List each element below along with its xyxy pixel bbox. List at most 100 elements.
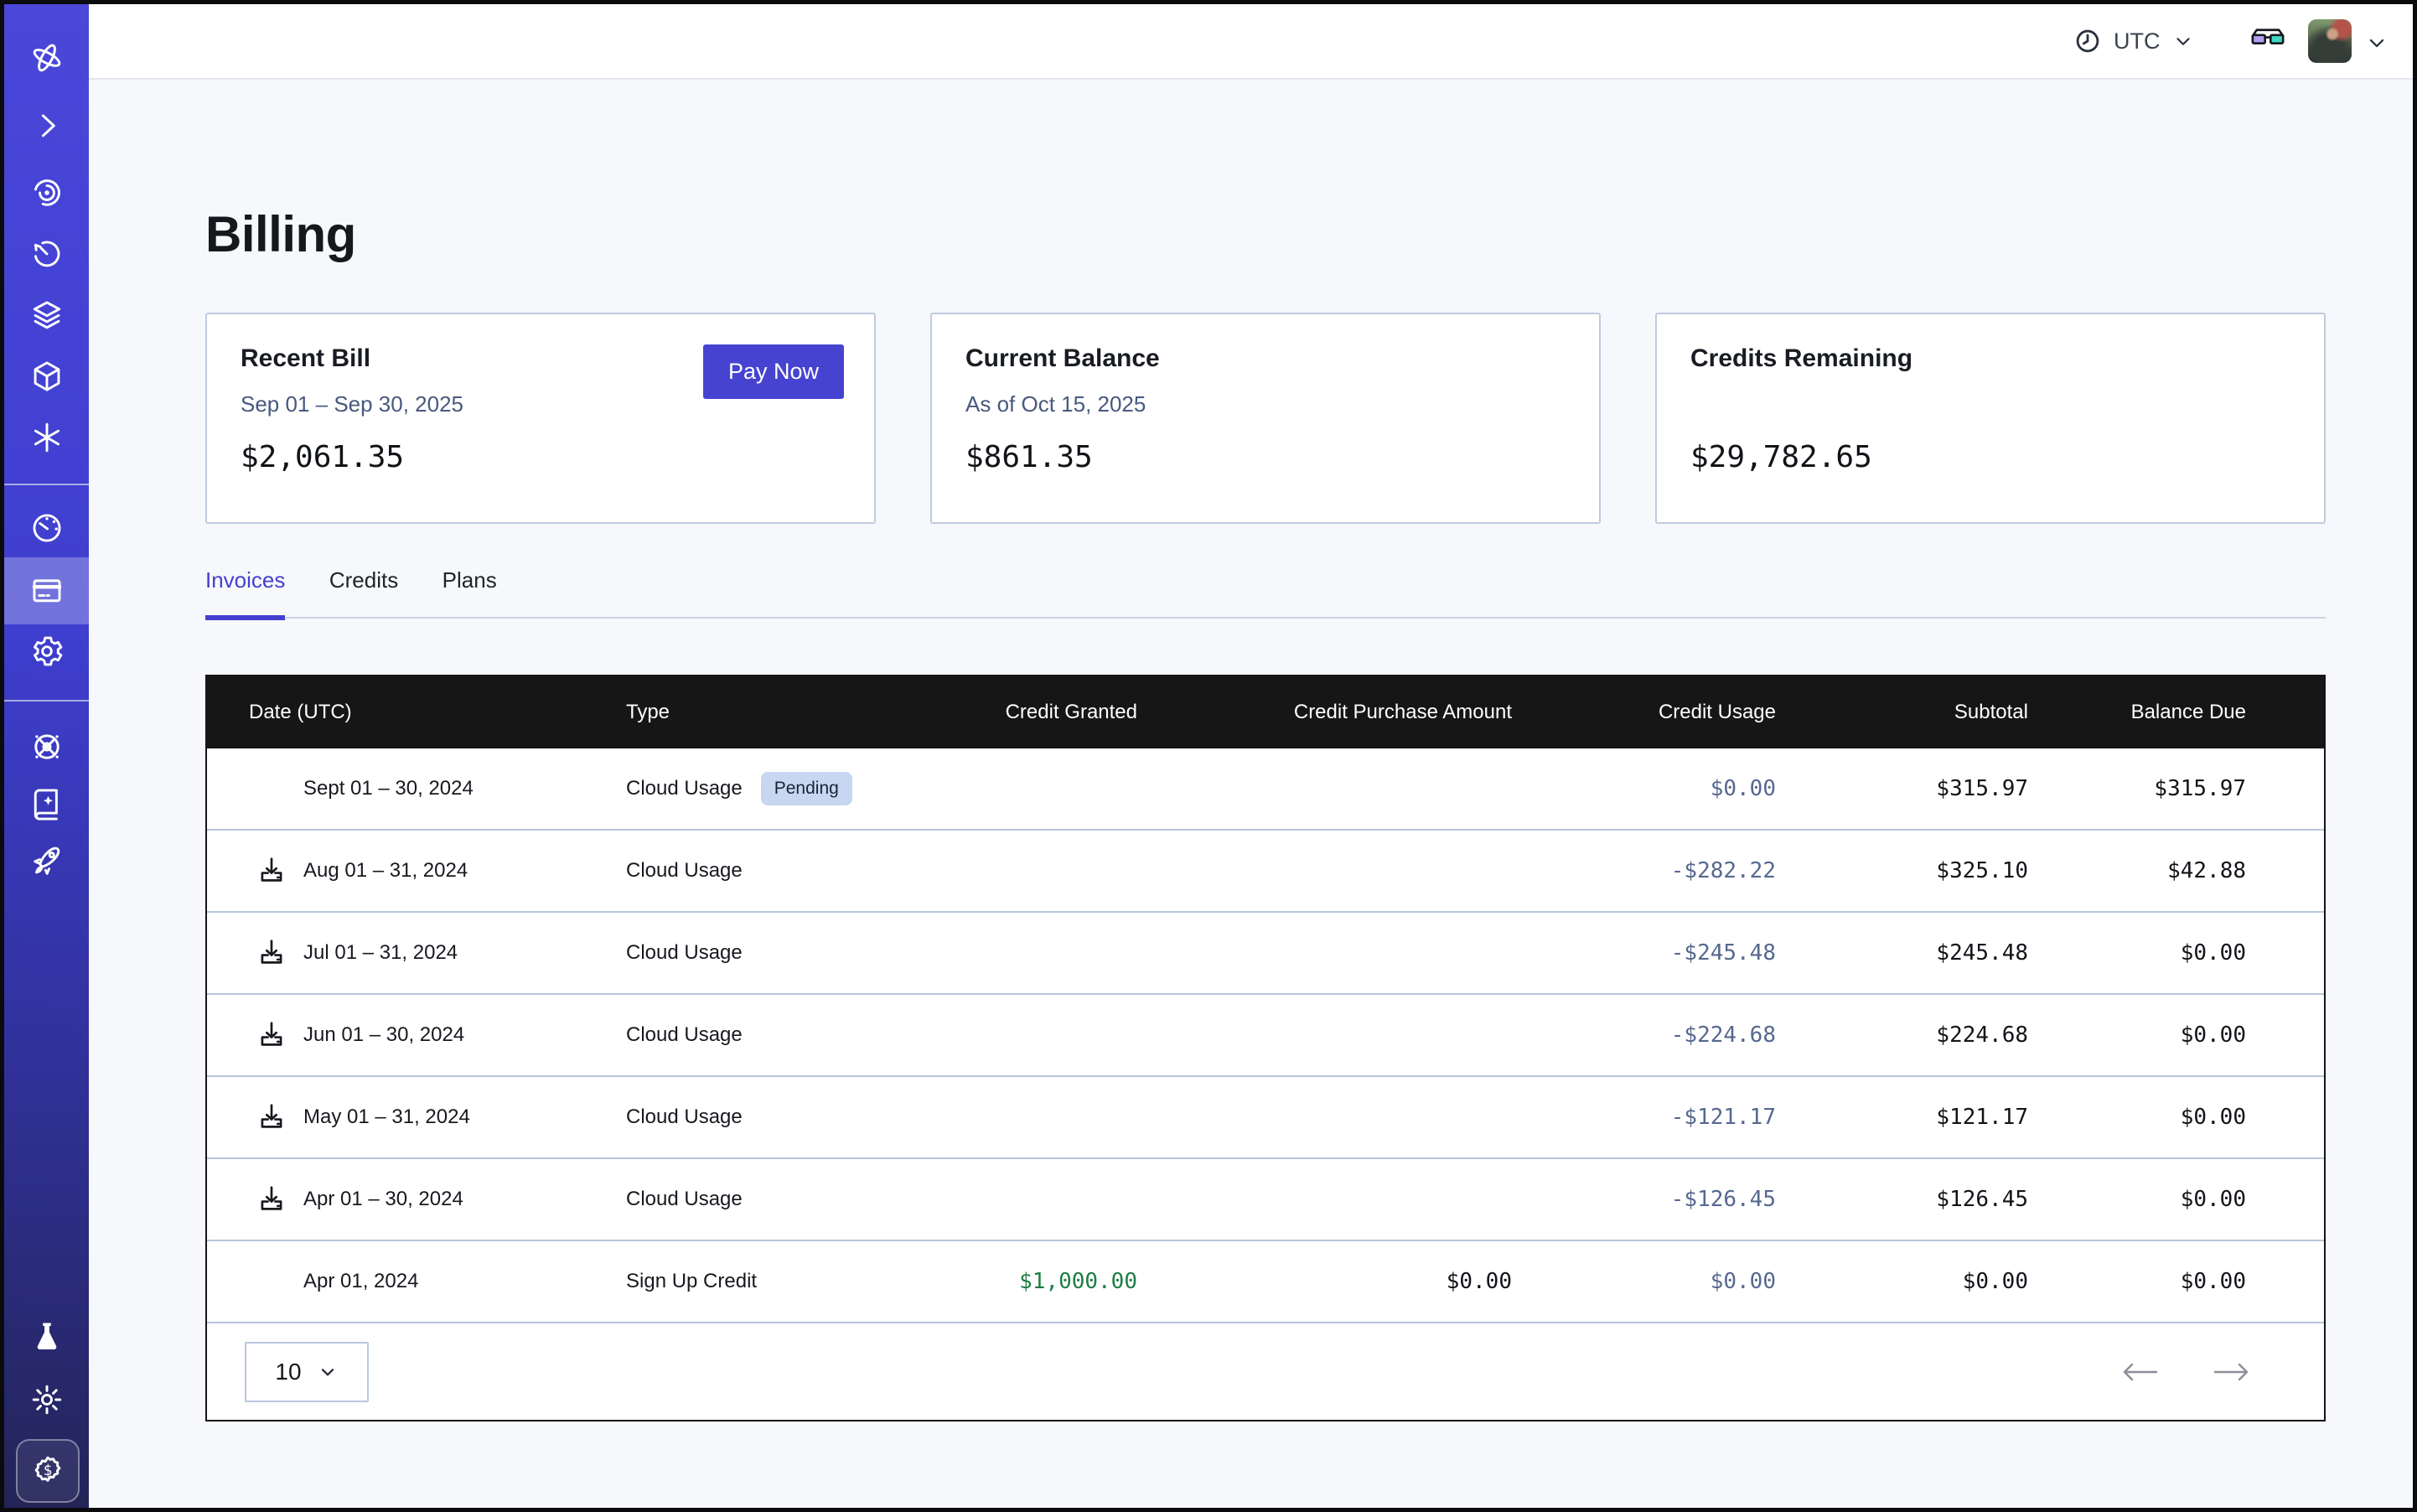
- card-title: Credits Remaining: [1690, 344, 1912, 373]
- previous-page-arrow-icon[interactable]: [2119, 1358, 2160, 1386]
- billing-tabs: Invoices Credits Plans: [205, 567, 2326, 619]
- invoice-type: Cloud Usage: [626, 1188, 743, 1211]
- next-page-arrow-icon[interactable]: [2212, 1358, 2252, 1386]
- spiral-icon[interactable]: [28, 174, 65, 211]
- table-row: Sept 01 – 30, 2024 Cloud Usage Pending $0…: [207, 748, 2324, 831]
- download-icon: [256, 855, 287, 887]
- credit-usage: -$282.22: [1512, 858, 1776, 883]
- column-header: Subtotal: [1776, 701, 2028, 724]
- column-header: Credit Usage: [1512, 701, 1776, 724]
- column-header: Type: [626, 701, 936, 724]
- sidebar-divider: [4, 700, 89, 702]
- topbar: UTC: [89, 4, 2413, 80]
- user-menu-chevron-down-icon[interactable]: [2365, 31, 2389, 54]
- page-size-value: 10: [275, 1359, 301, 1385]
- credit-usage: -$224.68: [1512, 1023, 1776, 1048]
- dollar-badge-button[interactable]: $: [16, 1439, 80, 1503]
- timezone-label: UTC: [2114, 28, 2161, 54]
- download-icon: [256, 937, 287, 969]
- tab-credits[interactable]: Credits: [329, 567, 398, 620]
- chevron-down-icon: [2172, 30, 2194, 52]
- recent-bill-card: Recent Bill Sep 01 – Sep 30, 2025 $2,061…: [205, 313, 876, 524]
- tab-invoices[interactable]: Invoices: [205, 567, 285, 620]
- sidebar-expand-chevron-right-icon[interactable]: [28, 107, 65, 144]
- balance-due: $0.00: [2028, 1269, 2246, 1294]
- table-footer: 10: [207, 1323, 2324, 1420]
- invoice-type: Cloud Usage: [626, 777, 743, 800]
- invoice-date: Jul 01 – 31, 2024: [303, 941, 458, 965]
- credit-purchase-amount: $0.00: [1137, 1269, 1512, 1294]
- chevron-down-icon: [317, 1361, 339, 1383]
- pay-now-button[interactable]: Pay Now: [703, 344, 844, 399]
- invoice-date: Jun 01 – 30, 2024: [303, 1023, 464, 1047]
- asterisk-icon[interactable]: [28, 419, 65, 456]
- credits-remaining-card: Credits Remaining $29,782.65: [1655, 313, 2326, 524]
- balance-due: $315.97: [2028, 776, 2246, 801]
- page-size-select[interactable]: 10: [245, 1342, 369, 1402]
- column-header: Credit Granted: [936, 701, 1137, 724]
- sidebar: $: [4, 4, 89, 1508]
- subtotal: $325.10: [1776, 858, 2028, 883]
- billing-card-icon[interactable]: [28, 572, 65, 609]
- invoice-type: Sign Up Credit: [626, 1270, 757, 1293]
- 3d-glasses-icon: [2249, 24, 2286, 49]
- invoice-date: Apr 01, 2024: [303, 1270, 418, 1293]
- download-icon: [256, 1019, 287, 1051]
- download-invoice-button[interactable]: [256, 937, 303, 969]
- avatar[interactable]: [2308, 19, 2352, 63]
- download-invoice-button[interactable]: [256, 855, 303, 887]
- sidebar-divider: [4, 484, 89, 485]
- invoice-type: Cloud Usage: [626, 859, 743, 883]
- column-header: Balance Due: [2028, 701, 2246, 724]
- credit-usage: $0.00: [1512, 1269, 1776, 1294]
- download-invoice-button[interactable]: [256, 1101, 303, 1133]
- balance-due: $0.00: [2028, 1105, 2246, 1130]
- credit-granted: $1,000.00: [936, 1269, 1137, 1294]
- book-sparkle-icon[interactable]: [28, 786, 65, 823]
- table-row: Jul 01 – 31, 2024 Cloud Usage -$245.48 $…: [207, 913, 2324, 995]
- download-icon: [256, 1183, 287, 1215]
- card-amount: $861.35: [965, 440, 1093, 474]
- gauge-icon[interactable]: [28, 510, 65, 546]
- subtotal: $121.17: [1776, 1105, 2028, 1130]
- balance-due: $42.88: [2028, 858, 2246, 883]
- invoices-table: Date (UTC) Type Credit Granted Credit Pu…: [205, 675, 2326, 1421]
- credit-usage: -$126.45: [1512, 1187, 1776, 1212]
- invoice-type: Cloud Usage: [626, 1106, 743, 1129]
- download-icon: [256, 1101, 287, 1133]
- subtotal: $224.68: [1776, 1023, 2028, 1048]
- credit-usage: -$245.48: [1512, 940, 1776, 966]
- table-header: Date (UTC) Type Credit Granted Credit Pu…: [207, 676, 2324, 748]
- invoice-date: Sept 01 – 30, 2024: [303, 777, 474, 800]
- card-amount: $2,061.35: [241, 440, 404, 474]
- table-row: Apr 01 – 30, 2024 Cloud Usage -$126.45 $…: [207, 1159, 2324, 1241]
- invoice-type: Cloud Usage: [626, 941, 743, 965]
- flask-icon[interactable]: [28, 1318, 65, 1355]
- rocket-icon[interactable]: [28, 843, 65, 880]
- download-invoice-button[interactable]: [256, 1183, 303, 1215]
- timezone-selector[interactable]: UTC: [2073, 4, 2194, 78]
- balance-due: $0.00: [2028, 1023, 2246, 1048]
- invoice-date: Apr 01 – 30, 2024: [303, 1188, 463, 1211]
- billing-page: $ UTC Billing Recent Bill Sep 01 – Sep 3…: [0, 0, 2417, 1512]
- sun-icon[interactable]: [28, 1381, 65, 1418]
- balance-due: $0.00: [2028, 1187, 2246, 1212]
- credit-usage: $0.00: [1512, 776, 1776, 801]
- gear-icon[interactable]: [28, 633, 65, 670]
- status-badge: Pending: [761, 772, 852, 805]
- svg-text:$: $: [44, 1463, 52, 1479]
- invoice-date: Aug 01 – 31, 2024: [303, 859, 468, 883]
- layers-icon[interactable]: [28, 297, 65, 334]
- timer-icon[interactable]: [28, 236, 65, 272]
- orbit-logo-icon[interactable]: [28, 39, 65, 76]
- dollar-badge-icon: $: [29, 1452, 66, 1489]
- table-row: Jun 01 – 30, 2024 Cloud Usage -$224.68 $…: [207, 995, 2324, 1077]
- clock-icon: [2073, 27, 2102, 55]
- wheel-icon[interactable]: [28, 728, 65, 765]
- pagination-controls: [2119, 1323, 2252, 1420]
- download-invoice-button[interactable]: [256, 1019, 303, 1051]
- cube-icon[interactable]: [28, 358, 65, 395]
- tab-plans[interactable]: Plans: [443, 567, 497, 620]
- 3d-glasses-button[interactable]: [2249, 24, 2286, 49]
- table-row: Apr 01, 2024 Sign Up Credit $1,000.00 $0…: [207, 1241, 2324, 1323]
